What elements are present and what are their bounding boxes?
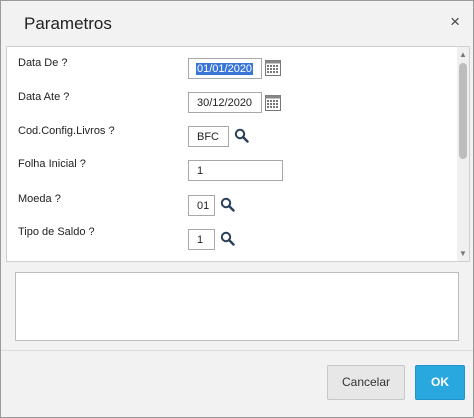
dialog-titlebar: Parametros × [1,1,473,45]
close-icon[interactable]: × [450,12,460,32]
scrollbar-thumb[interactable] [459,63,467,159]
scroll-down-arrow-icon[interactable]: ▼ [459,249,467,258]
vertical-scrollbar[interactable]: ▲ ▼ [457,47,469,261]
dialog-title: Parametros [24,14,112,33]
footer-divider [1,350,473,351]
parameters-panel: Data De ? 01/01/2020 Data Ate ? 30/12/20… [6,46,470,262]
calendar-icon[interactable] [265,60,281,76]
label-cod-config-livros: Cod.Config.Livros ? [18,125,115,137]
tipo-de-saldo-input[interactable]: 1 [188,229,215,250]
search-icon[interactable] [234,128,249,143]
label-data-de: Data De ? [18,57,68,69]
data-de-input[interactable]: 01/01/2020 [188,58,262,79]
moeda-input[interactable]: 01 [188,195,215,216]
label-folha-inicial: Folha Inicial ? [18,158,86,170]
search-icon[interactable] [220,197,235,212]
search-icon[interactable] [220,231,235,246]
ok-button[interactable]: OK [415,365,465,400]
folha-inicial-input[interactable]: 1 [188,160,283,181]
label-tipo-de-saldo: Tipo de Saldo ? [18,226,95,238]
cancel-button[interactable]: Cancelar [327,365,405,400]
data-de-value: 01/01/2020 [196,63,254,75]
cod-config-livros-input[interactable]: BFC [188,126,229,147]
calendar-icon[interactable] [265,95,281,111]
label-moeda: Moeda ? [18,193,61,205]
help-text-area[interactable] [15,272,459,341]
scroll-up-arrow-icon[interactable]: ▲ [459,50,467,59]
parametros-dialog: Parametros × Data De ? 01/01/2020 Data A… [0,0,474,418]
label-data-ate: Data Ate ? [18,91,70,103]
data-ate-input[interactable]: 30/12/2020 [188,92,262,113]
